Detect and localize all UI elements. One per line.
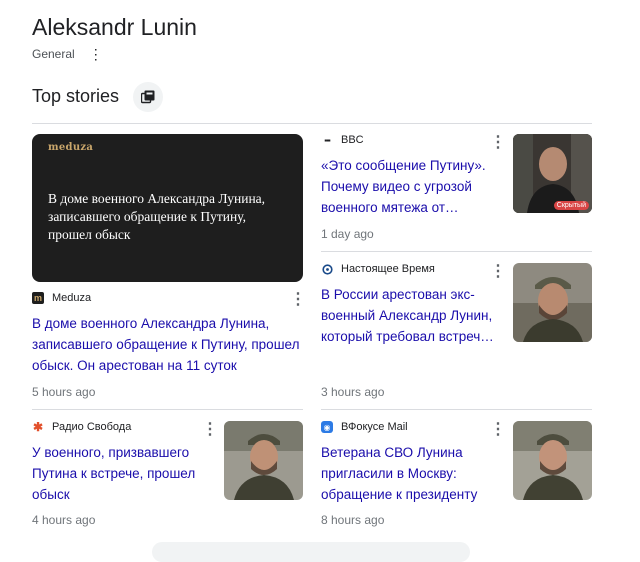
story-source: ▪▪▪ BBC (321, 134, 364, 146)
story-time: 3 hours ago (321, 385, 385, 399)
source-name: Meduza (52, 292, 92, 304)
story-thumbnail[interactable] (224, 421, 303, 500)
story-headline-link[interactable]: Ветерана СВО Лунина пригласили в Москву:… (321, 442, 501, 505)
more-options-icon[interactable]: ⋮ (89, 47, 103, 61)
person-photo-icon (224, 421, 303, 500)
current-time-favicon-icon (321, 263, 333, 275)
thumbnail-badge: Скрытый (553, 201, 589, 210)
story-source: Настоящее Время (321, 263, 435, 275)
story-thumbnail[interactable] (513, 263, 592, 342)
more-stories-button[interactable] (133, 82, 163, 112)
meduza-favicon-icon: m (32, 292, 44, 304)
story-divider (321, 251, 592, 252)
story-divider (321, 409, 592, 410)
entity-subtitle: General ⋮ (32, 47, 103, 61)
story-time: 5 hours ago (32, 385, 96, 399)
story-headline-link[interactable]: «Это сообщение Путину». Почему видео с у… (321, 155, 501, 218)
story-source: ✱ Радио Свобода (32, 420, 132, 434)
entity-subtitle-text: General (32, 47, 75, 61)
more-news-button[interactable] (152, 542, 470, 562)
bbc-favicon-icon: ▪▪▪ (324, 135, 331, 145)
person-photo-icon (513, 421, 592, 500)
story-divider (32, 409, 303, 410)
source-name: ВФокусе Mail (341, 421, 408, 433)
story-time: 8 hours ago (321, 513, 385, 527)
source-name: Радио Свобода (52, 421, 132, 433)
story-options-icon[interactable]: ⋮ (490, 135, 506, 151)
person-photo-icon (513, 263, 592, 342)
story-thumbnail[interactable]: Скрытый (513, 134, 592, 213)
hero-story-image[interactable]: meduza В доме военного Александра Лунина… (32, 134, 303, 282)
vfokuse-favicon-icon: ◉ (321, 421, 333, 433)
section-title: Top stories (32, 86, 120, 106)
meduza-logo: meduza (48, 142, 94, 153)
story-source: ◉ ВФокусе Mail (321, 421, 408, 433)
stack-icon (141, 90, 155, 104)
story-source: m Meduza (32, 292, 91, 304)
hero-image-caption: В доме военного Александра Лунина, запис… (48, 191, 266, 242)
source-name: Настоящее Время (341, 263, 435, 275)
entity-title: Aleksandr Lunin (32, 14, 197, 40)
story-options-icon[interactable]: ⋮ (202, 422, 218, 438)
story-headline-link[interactable]: У военного, призвавшего Путина к встрече… (32, 442, 212, 505)
story-options-icon[interactable]: ⋮ (490, 264, 506, 280)
story-thumbnail[interactable] (513, 421, 592, 500)
section-divider (32, 123, 592, 124)
story-options-icon[interactable]: ⋮ (490, 422, 506, 438)
radio-svoboda-favicon-icon: ✱ (32, 420, 44, 434)
story-headline-link[interactable]: В доме военного Александра Лунина, запис… (32, 313, 302, 376)
story-time: 4 hours ago (32, 513, 96, 527)
source-name: BBC (341, 134, 364, 146)
story-headline-link[interactable]: В России арестован экс-военный Александр… (321, 284, 501, 347)
story-options-icon[interactable]: ⋮ (290, 292, 306, 308)
story-time: 1 day ago (321, 227, 374, 241)
